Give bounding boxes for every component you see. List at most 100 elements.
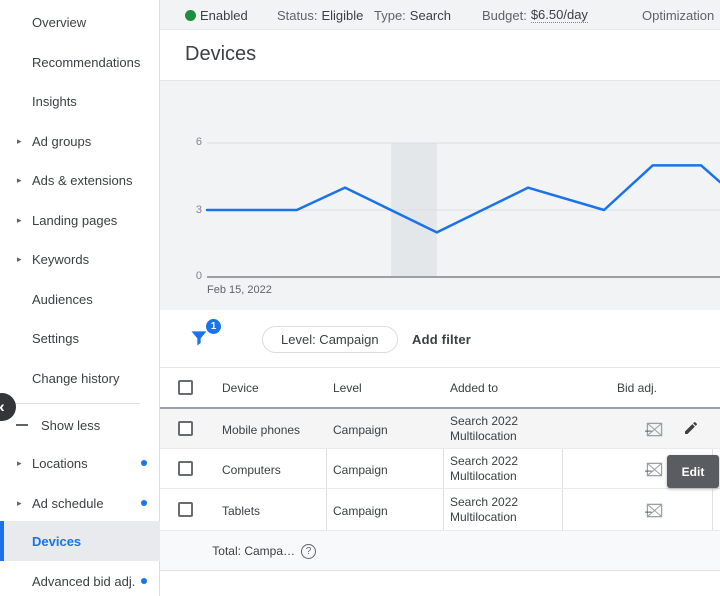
sidebar-nav: Overview Recommendations Insights ▸ Ad gr… (0, 0, 160, 596)
table-row-mobile-phones[interactable]: Mobile phones Campaign Search 2022 Multi… (160, 409, 720, 449)
column-header-bid-adj[interactable]: Bid adj. (562, 368, 712, 407)
sidebar-item-label: Settings (32, 331, 79, 346)
enabled-status-dot (185, 10, 196, 21)
sidebar-item-label: Ad groups (32, 134, 91, 149)
sidebar-item-label: Recommendations (32, 55, 140, 70)
table-row-computers[interactable]: Computers Campaign Search 2022 Multiloca… (160, 449, 720, 489)
device-cell: Tablets (222, 504, 260, 518)
notification-dot (141, 500, 147, 506)
sidebar-item-label: Advanced bid adj. (32, 574, 135, 589)
chevron-right-icon: ▸ (17, 498, 22, 509)
bid-adj-value: – (645, 463, 652, 477)
enabled-status[interactable]: Enabled (200, 0, 248, 30)
sidebar-item-label: Overview (32, 15, 86, 30)
type-label: Type: (374, 8, 406, 23)
sidebar-item-label: Show less (41, 418, 100, 433)
filter-bar: 1 Level: Campaign Add filter (160, 310, 720, 368)
sidebar-item-label: Landing pages (32, 213, 117, 228)
sidebar-item-settings[interactable]: Settings (0, 318, 160, 358)
budget-label: Budget: (482, 8, 527, 23)
row-checkbox[interactable] (178, 461, 193, 476)
level-cell: Campaign (333, 463, 388, 477)
sidebar-item-insights[interactable]: Insights (0, 81, 160, 121)
enabled-label: Enabled (200, 8, 248, 23)
x-axis-start-label: Feb 15, 2022 (207, 284, 272, 296)
column-header-added-to[interactable]: Added to (450, 368, 498, 407)
type-field: Type: Search (374, 0, 451, 30)
chevron-right-icon: ▸ (17, 215, 22, 226)
sidebar-item-label: Keywords (32, 252, 89, 267)
chevron-right-icon: ▸ (17, 254, 22, 265)
page-header: Devices (160, 30, 720, 81)
added-to-cell: Search 2022 Multilocation (450, 495, 556, 525)
optimization-label: Optimization (642, 8, 714, 23)
y-tick-6: 6 (172, 136, 202, 148)
y-tick-0: 0 (172, 270, 202, 282)
added-to-cell: Search 2022 Multilocation (450, 414, 556, 444)
column-header-device[interactable]: Device (222, 368, 259, 407)
chevron-left-icon: ‹ (0, 397, 5, 417)
sidebar-item-label: Change history (32, 371, 119, 386)
sidebar-item-label: Ads & extensions (32, 173, 132, 188)
help-icon[interactable]: ? (301, 544, 316, 559)
page-title: Devices (185, 43, 256, 66)
sidebar-item-label: Locations (32, 456, 88, 471)
bid-adj-value: – (645, 423, 652, 437)
sidebar-section-divider (14, 403, 140, 404)
add-filter-button[interactable]: Add filter (412, 326, 471, 353)
y-tick-3: 3 (172, 204, 202, 216)
chevron-right-icon: ▸ (17, 175, 22, 186)
budget-field[interactable]: Budget: $6.50/day (482, 0, 588, 30)
added-to-cell: Search 2022 Multilocation (450, 454, 556, 484)
sidebar-item-advanced-bid-adj[interactable]: Advanced bid adj. (0, 561, 160, 596)
chevron-right-icon: ▸ (17, 136, 22, 147)
sidebar-item-overview[interactable]: Overview (0, 2, 160, 42)
column-header-level[interactable]: Level (333, 368, 362, 407)
performance-chart: 6 3 0 Feb 15, 2022 (160, 81, 720, 310)
bid-adj-value: – (645, 504, 652, 518)
sidebar-item-change-history[interactable]: Change history (0, 358, 160, 398)
sidebar-item-label: Audiences (32, 292, 93, 307)
sidebar-item-locations[interactable]: ▸ Locations (0, 443, 160, 483)
chevron-right-icon: ▸ (17, 458, 22, 469)
select-all-checkbox[interactable] (178, 380, 193, 395)
campaign-status-bar: Enabled Status: Eligible Type: Search Budg… (160, 0, 720, 30)
row-checkbox[interactable] (178, 421, 193, 436)
sidebar-item-label: Ad schedule (32, 496, 104, 511)
sidebar-item-label: Devices (32, 534, 81, 549)
sidebar-item-show-less[interactable]: Show less (0, 405, 160, 445)
sidebar-item-recommendations[interactable]: Recommendations (0, 42, 160, 82)
level-campaign-filter-chip[interactable]: Level: Campaign (262, 326, 398, 353)
row-checkbox[interactable] (178, 502, 193, 517)
status-label: Status: (277, 8, 317, 23)
status-value: Eligible (321, 8, 363, 23)
budget-value: $6.50/day (531, 7, 588, 23)
table-row-tablets[interactable]: Tablets Campaign Search 2022 Multilocati… (160, 489, 720, 531)
notification-dot (141, 460, 147, 466)
sidebar-item-devices[interactable]: Devices (0, 521, 160, 561)
minus-icon (16, 424, 28, 426)
filter-funnel-icon[interactable] (189, 327, 209, 354)
level-cell: Campaign (333, 504, 388, 518)
edit-pencil-icon[interactable] (683, 420, 699, 441)
sidebar-item-ads-extensions[interactable]: ▸ Ads & extensions (0, 160, 160, 200)
table-total-row: Total: Campa… ? (160, 531, 720, 571)
devices-table: Device Level Added to Bid adj. Mobile ph… (160, 368, 720, 571)
type-value: Search (410, 8, 451, 23)
total-label: Total: Campa… (212, 544, 295, 558)
table-header-row: Device Level Added to Bid adj. (160, 368, 720, 409)
line-chart-canvas (160, 81, 720, 310)
device-cell: Mobile phones (222, 423, 300, 437)
level-cell: Campaign (333, 423, 388, 437)
sidebar-item-audiences[interactable]: Audiences (0, 279, 160, 319)
status-field: Status: Eligible (277, 0, 363, 30)
sidebar-item-ad-schedule[interactable]: ▸ Ad schedule (0, 483, 160, 523)
sidebar-item-keywords[interactable]: ▸ Keywords (0, 239, 160, 279)
sidebar-item-ad-groups[interactable]: ▸ Ad groups (0, 121, 160, 161)
sidebar-item-landing-pages[interactable]: ▸ Landing pages (0, 200, 160, 240)
edit-tooltip: Edit (667, 455, 719, 488)
google-ads-devices-page: Overview Recommendations Insights ▸ Ad gr… (0, 0, 720, 596)
filter-count-badge: 1 (206, 319, 221, 334)
optimization-field: Optimization (642, 0, 714, 30)
filter-chip-label: Level: Campaign (281, 332, 379, 347)
